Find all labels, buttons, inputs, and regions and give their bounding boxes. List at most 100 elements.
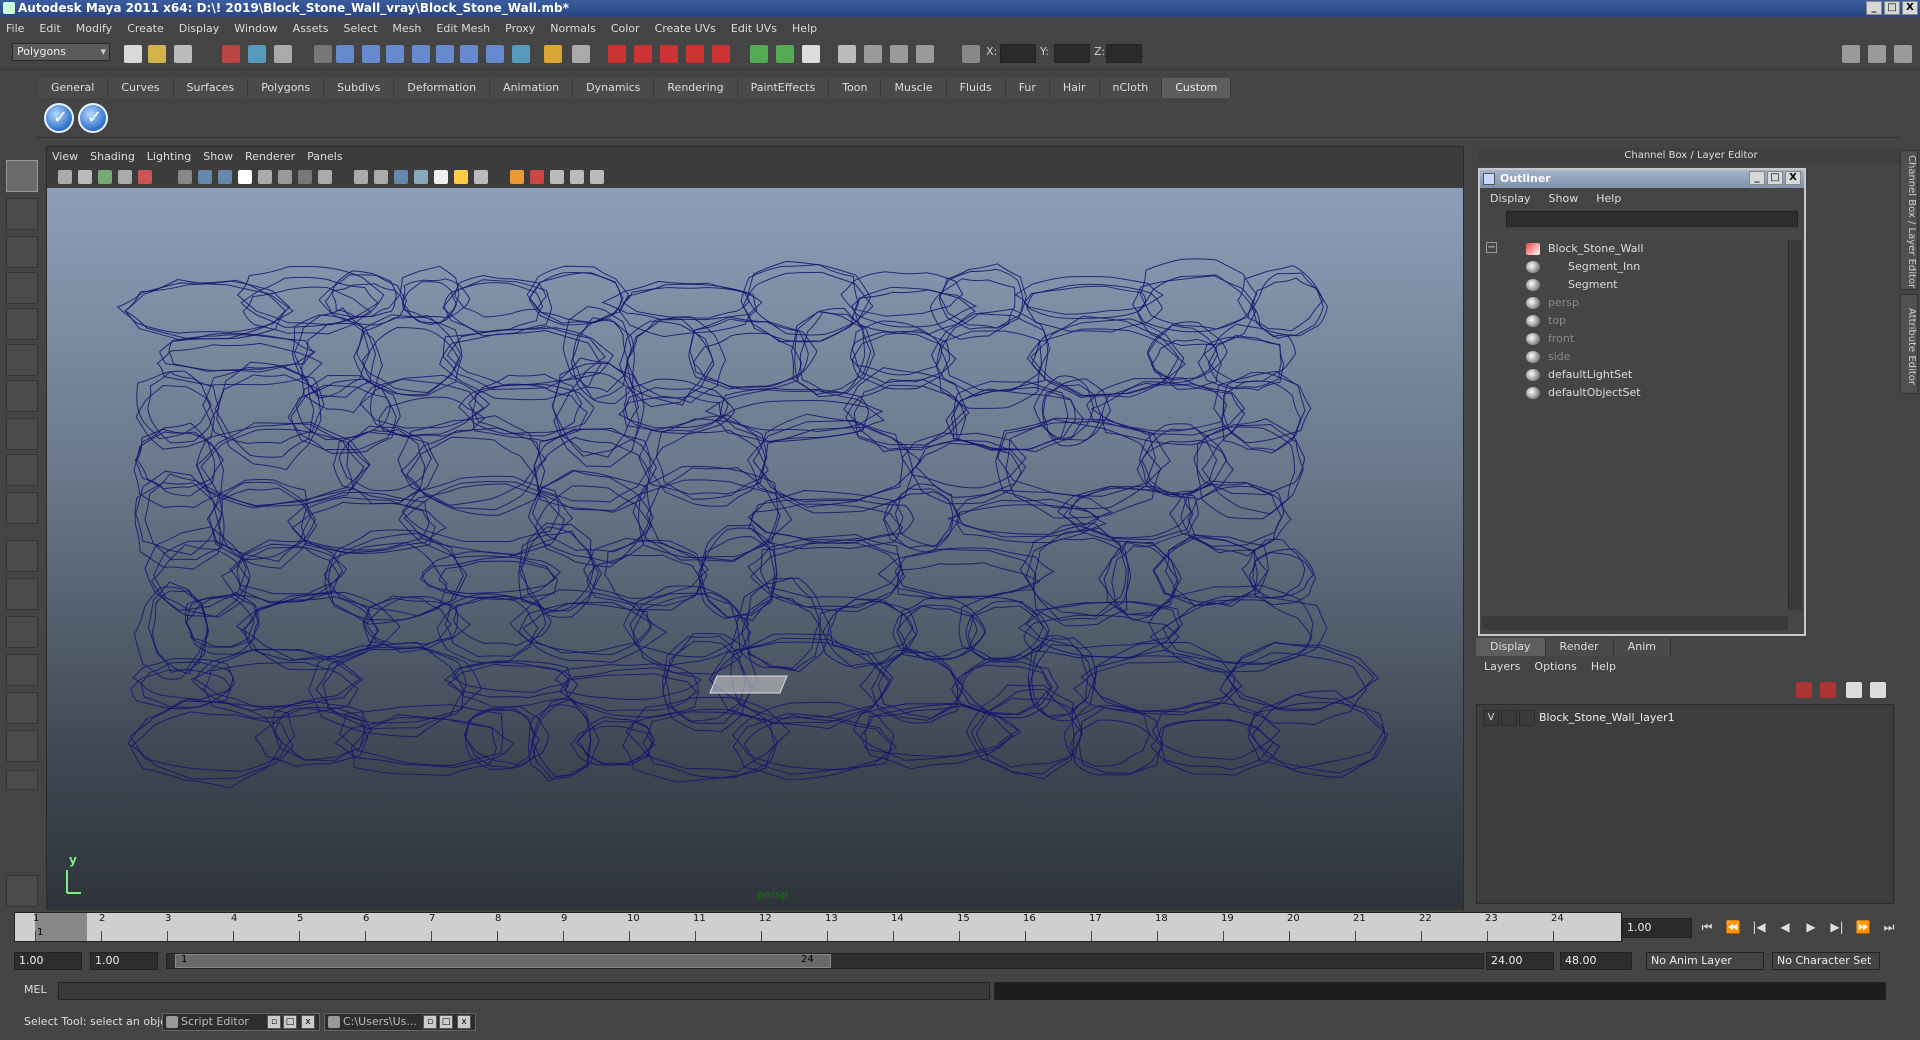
select-joints-icon[interactable]: [362, 45, 380, 63]
script-editor-close-button[interactable]: x: [301, 1015, 315, 1029]
lasso-tool-icon[interactable]: [6, 198, 38, 230]
menu-mesh[interactable]: Mesh: [392, 22, 421, 35]
viewport-toolbar-icon[interactable]: [570, 170, 584, 184]
tab-general[interactable]: General: [38, 78, 109, 98]
viewport-toolbar-icon[interactable]: [394, 170, 408, 184]
single-perspective-layout-icon[interactable]: [6, 540, 38, 572]
select-object-icon[interactable]: [248, 45, 266, 63]
outliner-maximize-button[interactable]: □: [1767, 171, 1783, 185]
y-field[interactable]: [1054, 44, 1090, 63]
select-hierarchy-icon[interactable]: [222, 45, 240, 63]
graph-editor-layout-icon[interactable]: [6, 730, 38, 762]
layer-row[interactable]: V Block_Stone_Wall_layer1: [1483, 709, 1883, 727]
move-tool-icon[interactable]: [6, 272, 38, 304]
menu-create[interactable]: Create: [127, 22, 164, 35]
tab-toon[interactable]: Toon: [829, 78, 882, 98]
time-slider[interactable]: 1 1 2 3 4 5 6 7 8 9 10 11 12 13 14 15 16 17 18 19 20 21 22 23 2…: [14, 912, 1622, 942]
show-manipulator-icon[interactable]: [6, 454, 38, 486]
select-surfaces-icon[interactable]: [412, 45, 430, 63]
tab-rendering[interactable]: Rendering: [654, 78, 738, 98]
menu-assets[interactable]: Assets: [293, 22, 329, 35]
explorer-task[interactable]: C:\Users\Us... ▫ □ x: [324, 1013, 476, 1031]
channel-box-side-tab[interactable]: Channel Box / Layer Editor: [1900, 150, 1918, 290]
viewport-toolbar-icon[interactable]: [238, 170, 252, 184]
explorer-maximize-button[interactable]: □: [439, 1015, 453, 1029]
menu-normals[interactable]: Normals: [550, 22, 596, 35]
open-scene-icon[interactable]: [148, 45, 166, 63]
snap-point-icon[interactable]: [660, 45, 678, 63]
soft-modification-icon[interactable]: [6, 418, 38, 450]
tab-fluids[interactable]: Fluids: [946, 78, 1006, 98]
tab-polygons[interactable]: Polygons: [248, 78, 325, 98]
viewport-toolbar-icon[interactable]: [278, 170, 292, 184]
tab-hair[interactable]: Hair: [1049, 78, 1100, 98]
viewport-toolbar-icon[interactable]: [178, 170, 192, 184]
save-scene-icon[interactable]: [174, 45, 192, 63]
viewport-toolbar-icon[interactable]: [98, 170, 112, 184]
tab-deformation[interactable]: Deformation: [394, 78, 491, 98]
viewport-toolbar-icon[interactable]: [414, 170, 428, 184]
close-button[interactable]: X: [1902, 1, 1918, 15]
show-tool-settings-icon[interactable]: [1868, 45, 1886, 63]
select-component-icon[interactable]: [274, 45, 292, 63]
layer-move-up-icon[interactable]: [1846, 682, 1862, 698]
outliner-minimize-button[interactable]: _: [1749, 171, 1765, 185]
outliner-menu-help[interactable]: Help: [1596, 192, 1621, 205]
range-slider[interactable]: 1 24: [166, 953, 1484, 969]
vp-menu-panels[interactable]: Panels: [307, 148, 342, 166]
go-to-start-button[interactable]: ⏮: [1698, 920, 1716, 935]
select-deformations-icon[interactable]: [436, 45, 454, 63]
tab-custom[interactable]: Custom: [1162, 78, 1232, 98]
ipr-render-icon[interactable]: [890, 45, 908, 63]
render-settings-icon[interactable]: [916, 45, 934, 63]
persp-outliner-layout-icon[interactable]: [6, 616, 38, 648]
outliner-horizontal-scrollbar[interactable]: [1482, 616, 1788, 630]
show-channel-box-icon[interactable]: [1894, 45, 1912, 63]
select-tool-icon[interactable]: [6, 160, 38, 192]
outliner-menu-show[interactable]: Show: [1549, 192, 1579, 205]
tab-painteffects[interactable]: PaintEffects: [737, 78, 830, 98]
viewport-toolbar-icon[interactable]: [198, 170, 212, 184]
perspective-viewport[interactable]: persp y: [47, 188, 1463, 908]
new-scene-icon[interactable]: [124, 45, 142, 63]
viewport-toolbar-icon[interactable]: [138, 170, 152, 184]
outliner-menu-display[interactable]: Display: [1490, 192, 1531, 205]
tab-render-layers[interactable]: Render: [1545, 638, 1614, 656]
paint-select-tool-icon[interactable]: [6, 236, 38, 268]
universal-manipulator-icon[interactable]: [6, 380, 38, 412]
construction-history-icon[interactable]: [802, 45, 820, 63]
maximize-button[interactable]: □: [1884, 1, 1900, 15]
outliner-vertical-scrollbar[interactable]: [1788, 240, 1802, 610]
layer-menu-help[interactable]: Help: [1591, 658, 1616, 676]
vp-menu-lighting[interactable]: Lighting: [147, 148, 191, 166]
layer-menu-layers[interactable]: Layers: [1484, 658, 1520, 676]
command-language-label[interactable]: MEL: [24, 983, 47, 996]
go-to-end-button[interactable]: ⏭: [1880, 920, 1898, 935]
step-back-key-button[interactable]: ⏪: [1724, 920, 1742, 935]
menu-edit-mesh[interactable]: Edit Mesh: [436, 22, 490, 35]
vp-menu-shading[interactable]: Shading: [90, 148, 135, 166]
make-live-icon[interactable]: [712, 45, 730, 63]
menu-proxy[interactable]: Proxy: [505, 22, 535, 35]
viewport-toolbar-icon[interactable]: [78, 170, 92, 184]
snap-view-plane-icon[interactable]: [686, 45, 704, 63]
viewport-toolbar-icon[interactable]: [218, 170, 232, 184]
character-set-dropdown[interactable]: No Character Set: [1772, 952, 1880, 970]
x-field[interactable]: [1000, 44, 1036, 63]
show-attribute-editor-icon[interactable]: [1842, 45, 1860, 63]
tab-dynamics[interactable]: Dynamics: [573, 78, 655, 98]
menu-set-dropdown[interactable]: Polygons: [12, 43, 110, 61]
script-editor-restore-button[interactable]: ▫: [267, 1015, 281, 1029]
viewport-toolbar-icon[interactable]: [550, 170, 564, 184]
range-slider-handle[interactable]: [175, 954, 831, 968]
current-time-field[interactable]: 1.00: [1622, 918, 1692, 938]
snap-grid-icon[interactable]: [608, 45, 626, 63]
vp-menu-renderer[interactable]: Renderer: [245, 148, 295, 166]
transform-mode-icon[interactable]: [962, 45, 980, 63]
viewport-toolbar-icon[interactable]: [590, 170, 604, 184]
play-forwards-button[interactable]: ▶: [1802, 920, 1820, 935]
viewport-toolbar-icon[interactable]: [318, 170, 332, 184]
filter-icon[interactable]: [314, 45, 332, 63]
new-layer-selected-icon[interactable]: [1820, 682, 1836, 698]
select-misc-icon[interactable]: [512, 45, 530, 63]
